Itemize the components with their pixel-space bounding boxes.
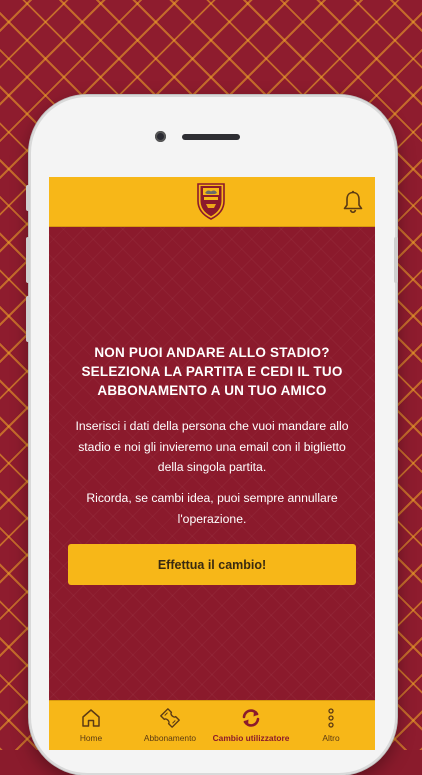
reminder-paragraph: Ricorda, se cambi idea, puoi sempre annu… (67, 488, 357, 529)
paragraph-line: Ricorda, se cambi idea, puoi sempre annu… (86, 491, 338, 505)
phone-side-button (26, 185, 30, 211)
tab-label: Altro (322, 733, 340, 743)
phone-side-button (26, 296, 30, 342)
earpiece-speaker (182, 134, 240, 140)
instructions-paragraph: Inserisci i dati della persona che vuoi … (67, 416, 357, 478)
heading-line: ABBONAMENTO A UN TUO AMICO (97, 383, 327, 398)
tab-label: Cambio utilizzatore (212, 733, 290, 743)
heading-line: SELEZIONA LA PARTITA E CEDI IL TUO (81, 364, 343, 379)
bottom-tab-bar: Home Abbonamento Cambio utilizzatore Alt… (49, 700, 375, 750)
home-icon (82, 709, 100, 727)
phone-side-button (26, 237, 30, 283)
tab-cambio-utilizzatore[interactable]: Cambio utilizzatore (211, 701, 291, 750)
paragraph-line: Inserisci i dati della persona che vuoi … (75, 419, 349, 433)
effettua-cambio-button[interactable]: Effettua il cambio! (68, 544, 356, 585)
tab-home[interactable]: Home (51, 701, 131, 750)
paragraph-line: stadio e noi gli invieremo una email con… (78, 439, 346, 454)
ticket-icon (160, 708, 180, 728)
as-roma-crest-icon[interactable] (195, 181, 227, 221)
phone-side-button (394, 237, 398, 283)
front-camera (155, 131, 166, 142)
tab-abbonamento[interactable]: Abbonamento (130, 701, 210, 750)
swap-arrows-icon (242, 709, 260, 727)
top-bar (49, 177, 375, 227)
paragraph-line: l'operazione. (177, 511, 247, 526)
tab-label: Home (79, 733, 103, 743)
paragraph-line: della singola partita. (157, 460, 267, 474)
bell-icon[interactable] (342, 190, 364, 214)
heading-line: NON PUOI ANDARE ALLO STADIO? (94, 345, 330, 360)
tab-label: Abbonamento (143, 733, 197, 743)
page-heading: NON PUOI ANDARE ALLO STADIO? SELEZIONA L… (69, 343, 355, 400)
more-vertical-icon (328, 708, 334, 728)
tab-altro[interactable]: Altro (291, 701, 371, 750)
app-screen: NON PUOI ANDARE ALLO STADIO? SELEZIONA L… (49, 177, 375, 750)
